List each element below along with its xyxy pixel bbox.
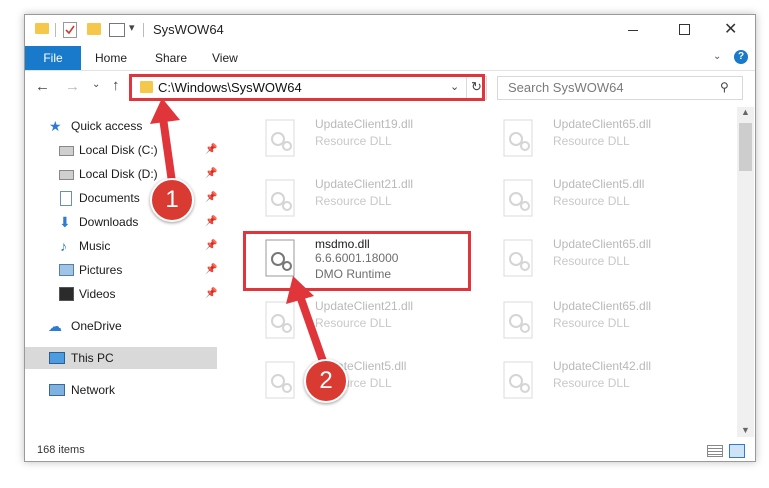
arrow-1 [150,98,180,186]
callout-badge-1: 1 [150,178,194,222]
callout-badge-2: 2 [304,359,348,403]
arrow-2 [286,276,330,374]
annotation-arrows [150,98,330,374]
